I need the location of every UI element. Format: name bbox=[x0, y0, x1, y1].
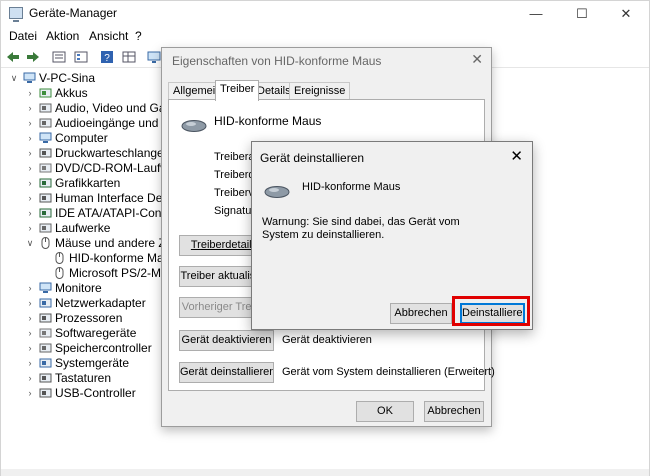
highlight-box bbox=[452, 296, 530, 326]
chevron-down-icon[interactable]: ∨ bbox=[25, 236, 35, 251]
uninstall-close-icon[interactable]: ✕ bbox=[510, 147, 523, 165]
tree-item-label: Computer bbox=[55, 131, 108, 145]
chevron-right-icon[interactable]: › bbox=[25, 176, 35, 191]
chevron-right-icon[interactable]: › bbox=[25, 86, 35, 101]
chevron-right-icon[interactable]: › bbox=[25, 116, 35, 131]
usb-icon bbox=[39, 388, 52, 398]
tree-item-label: Grafikkarten bbox=[55, 176, 121, 190]
tree-item-label: Systemgeräte bbox=[55, 356, 130, 370]
device-manager-icon bbox=[9, 7, 23, 22]
uninstall-cancel-button[interactable]: Abbrechen bbox=[390, 303, 452, 324]
hid-icon bbox=[39, 193, 52, 203]
window-title: Geräte-Manager bbox=[29, 6, 118, 20]
chevron-right-icon[interactable]: › bbox=[25, 386, 35, 401]
chevron-right-icon[interactable]: › bbox=[25, 326, 35, 341]
disk-drive-icon bbox=[39, 223, 52, 233]
audio-icon bbox=[39, 103, 52, 113]
chevron-right-icon[interactable]: › bbox=[25, 191, 35, 206]
chevron-right-icon[interactable]: › bbox=[25, 131, 35, 146]
tree-item-label: USB-Controller bbox=[55, 386, 136, 400]
menu-datei[interactable]: Datei bbox=[9, 29, 37, 43]
chevron-right-icon[interactable]: › bbox=[25, 371, 35, 386]
mouse-icon bbox=[264, 186, 290, 198]
tree-item-label: Speichercontroller bbox=[55, 341, 152, 355]
disable-device-button[interactable]: Gerät deaktivieren bbox=[179, 330, 274, 351]
forward-arrow-icon[interactable] bbox=[25, 49, 41, 65]
chevron-right-icon[interactable]: › bbox=[25, 296, 35, 311]
status-bar bbox=[1, 469, 649, 476]
battery-icon bbox=[39, 88, 52, 98]
tree-item-label: Prozessoren bbox=[55, 311, 123, 325]
monitor-scan-icon[interactable] bbox=[146, 49, 162, 65]
keyboard-icon bbox=[39, 373, 52, 383]
chevron-right-icon[interactable]: › bbox=[25, 341, 35, 356]
properties-cancel-button[interactable]: Abbrechen bbox=[424, 401, 484, 422]
mouse-icon bbox=[55, 267, 64, 279]
tree-item-label: Akkus bbox=[55, 86, 88, 100]
chevron-down-icon[interactable]: ∨ bbox=[9, 71, 19, 86]
audio-io-icon bbox=[39, 118, 52, 128]
tree-item-label: Druckwarteschlangen bbox=[55, 146, 171, 160]
menu-aktion[interactable]: Aktion bbox=[46, 29, 79, 43]
uninstall-dialog-title: Gerät deinstallieren bbox=[260, 151, 365, 165]
computer-icon bbox=[39, 132, 52, 143]
mouse-icon bbox=[41, 237, 50, 249]
tab-ereignisse[interactable]: Ereignisse bbox=[289, 82, 351, 100]
list-view-icon[interactable] bbox=[73, 49, 89, 65]
svg-text:?: ? bbox=[104, 53, 110, 64]
uninstall-warning-text: Warnung: Sie sind dabei, das Gerät vom S… bbox=[262, 216, 460, 241]
title-bar: Geräte-Manager — ☐ ✕ bbox=[1, 1, 649, 26]
help-icon[interactable]: ? bbox=[99, 49, 115, 65]
processor-icon bbox=[39, 313, 52, 323]
disc-drive-icon bbox=[39, 163, 52, 173]
menu-ansicht[interactable]: Ansicht bbox=[89, 29, 128, 43]
chevron-right-icon[interactable]: › bbox=[25, 206, 35, 221]
tree-root-label: V-PC-Sina bbox=[39, 71, 96, 85]
chevron-right-icon[interactable]: › bbox=[25, 146, 35, 161]
device-tree: ∨ V-PC-Sina › Akkus › Audio, Video und Game… bbox=[1, 69, 189, 469]
storage-controller-icon bbox=[39, 343, 52, 353]
chevron-right-icon[interactable]: › bbox=[25, 221, 35, 236]
uninstall-device-button[interactable]: Gerät deinstallieren bbox=[179, 362, 274, 383]
tree-item-label: Laufwerke bbox=[55, 221, 111, 235]
chevron-right-icon[interactable]: › bbox=[25, 281, 35, 296]
ok-button[interactable]: OK bbox=[356, 401, 414, 422]
display-adapter-icon bbox=[39, 178, 52, 188]
chevron-right-icon[interactable]: › bbox=[25, 161, 35, 176]
properties-device-name: HID-konforme Maus bbox=[214, 114, 322, 128]
computer-icon bbox=[23, 72, 36, 83]
mouse-icon bbox=[55, 252, 64, 264]
menu-bar: Datei Aktion Ansicht ? bbox=[1, 26, 649, 46]
tree-item-label: Netzwerkadapter bbox=[55, 296, 146, 310]
monitor-icon bbox=[39, 282, 52, 293]
tree-item-label: Monitore bbox=[55, 281, 102, 295]
network-adapter-icon bbox=[39, 298, 52, 308]
mouse-icon bbox=[181, 120, 207, 132]
minimize-button[interactable]: — bbox=[513, 1, 559, 26]
properties-dialog-title: Eigenschaften von HID-konforme Maus bbox=[172, 54, 382, 68]
uninstall-device-description: Gerät vom System deinstallieren (Erweite… bbox=[282, 366, 495, 378]
table-view-icon[interactable] bbox=[121, 49, 137, 65]
software-device-icon bbox=[39, 328, 52, 338]
chevron-right-icon[interactable]: › bbox=[25, 311, 35, 326]
chevron-right-icon[interactable]: › bbox=[25, 101, 35, 116]
uninstall-device-name: HID-konforme Maus bbox=[302, 181, 401, 193]
back-arrow-icon[interactable] bbox=[5, 49, 21, 65]
tree-item-label: Tastaturen bbox=[55, 371, 112, 385]
system-device-icon bbox=[39, 358, 52, 368]
properties-close-icon[interactable]: ✕ bbox=[471, 51, 483, 68]
chevron-right-icon[interactable]: › bbox=[25, 356, 35, 371]
printer-icon bbox=[39, 148, 52, 158]
close-button[interactable]: ✕ bbox=[603, 1, 649, 26]
tree-item-label: Softwaregeräte bbox=[55, 326, 137, 340]
ide-controller-icon bbox=[39, 208, 52, 218]
tab-treiber[interactable]: Treiber bbox=[215, 80, 260, 101]
properties-view-icon[interactable] bbox=[51, 49, 67, 65]
maximize-button[interactable]: ☐ bbox=[559, 1, 605, 26]
disable-device-description: Gerät deaktivieren bbox=[282, 334, 372, 346]
menu-help[interactable]: ? bbox=[135, 29, 142, 43]
